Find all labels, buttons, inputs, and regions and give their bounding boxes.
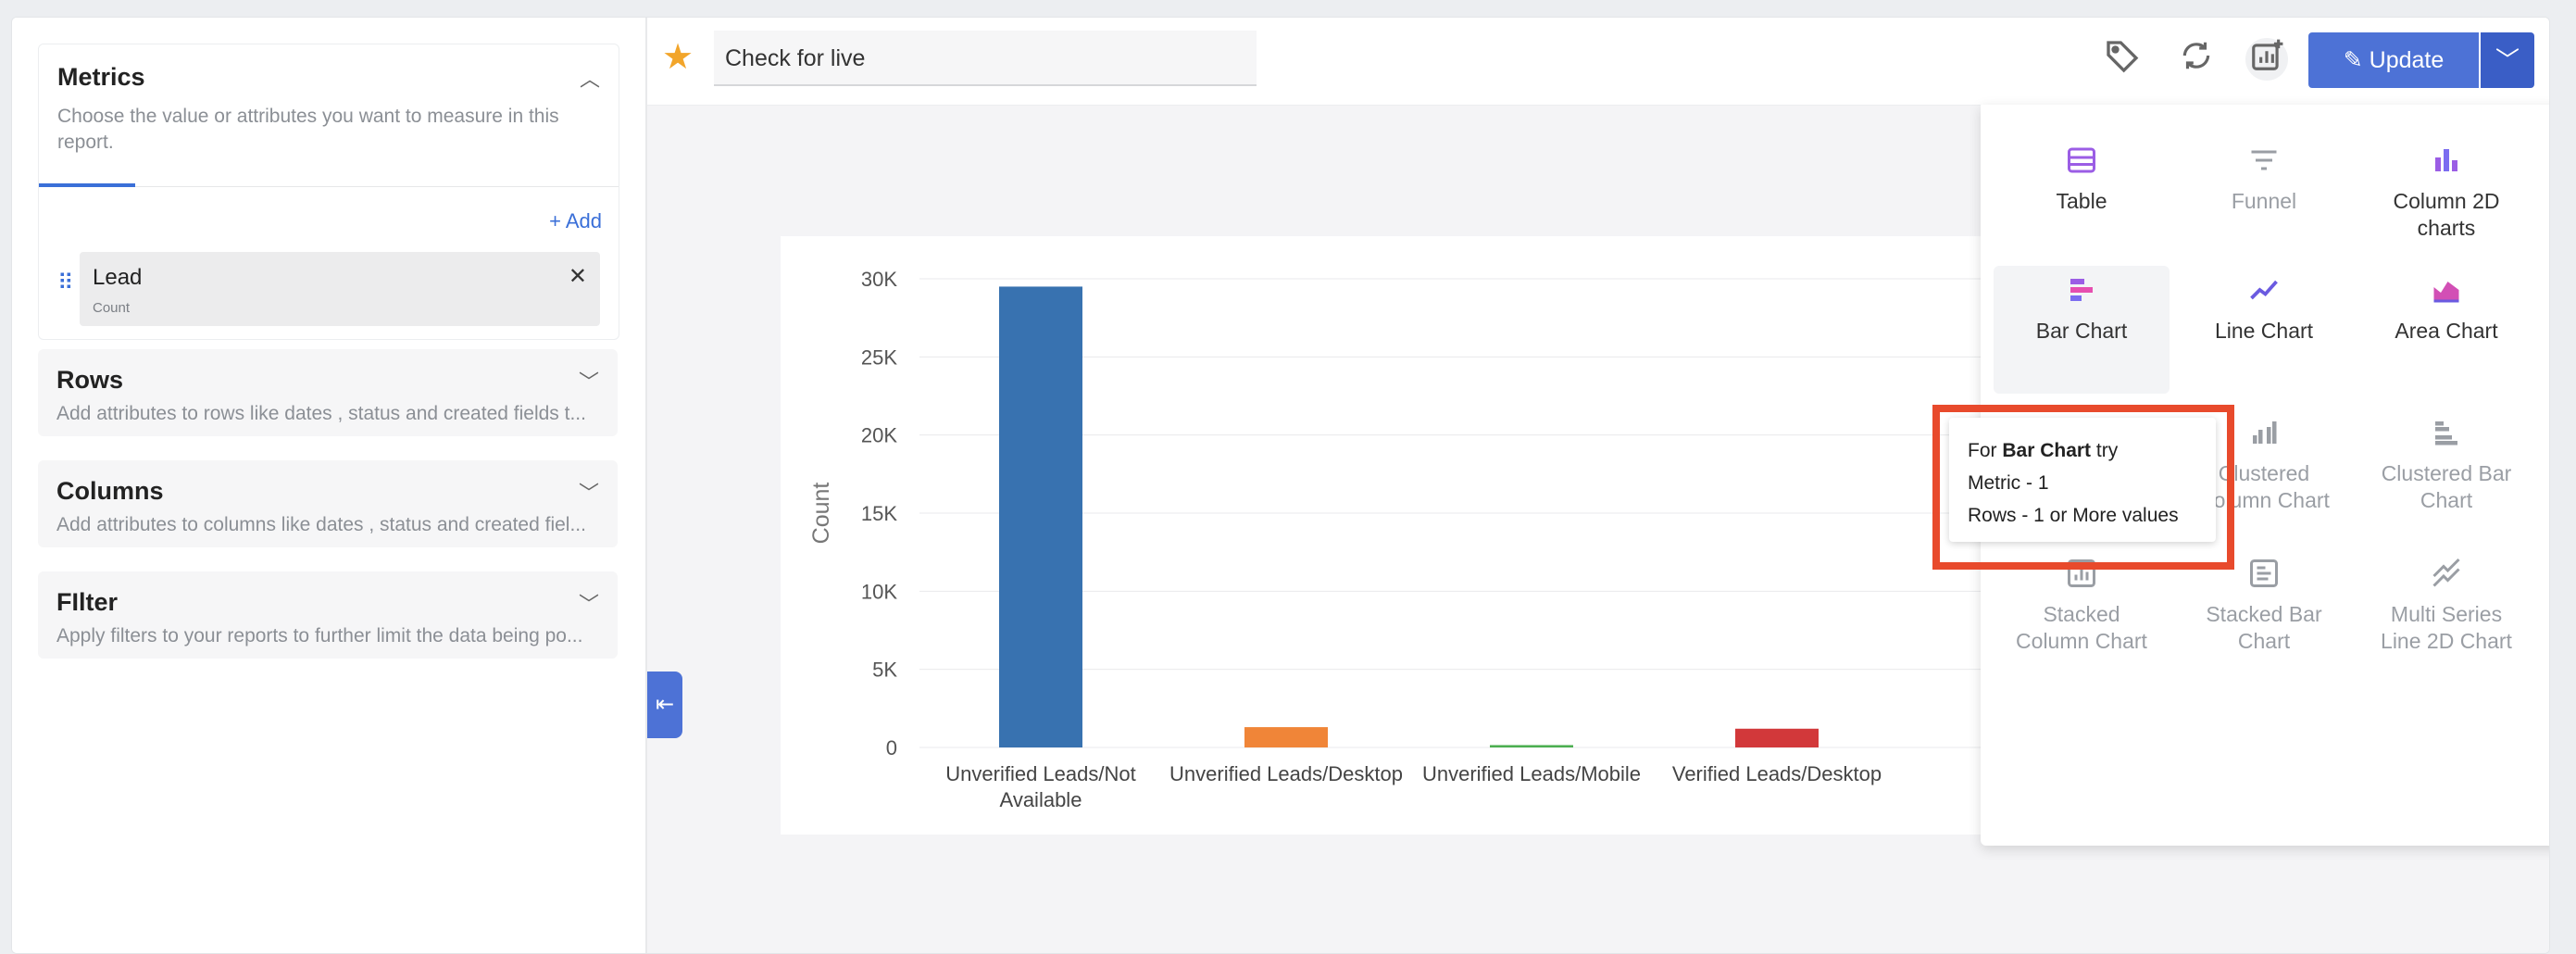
bar-chart-icon	[1994, 273, 2170, 314]
metric-aggregation: Count	[93, 300, 131, 316]
chart-type-label: Stacked Bar	[2206, 602, 2322, 626]
chart-type-label: Clustered Bar	[2381, 461, 2512, 485]
bar	[1490, 745, 1573, 747]
bar	[1244, 727, 1328, 747]
chart-type-label: Column 2D	[2393, 189, 2500, 213]
x-tick-label: Unverified Leads/Not	[945, 762, 1135, 785]
area-chart-icon	[2358, 273, 2534, 314]
y-tick-label: 15K	[861, 502, 897, 525]
tag-icon[interactable]	[2101, 38, 2144, 81]
star-icon[interactable]: ★	[662, 36, 694, 78]
multi-line-icon	[2358, 557, 2534, 597]
x-tick-label: Unverified Leads/Desktop	[1169, 762, 1403, 785]
metrics-description: Choose the value or attributes you want …	[57, 106, 559, 127]
filter-title: FIlter	[56, 588, 119, 616]
y-tick-label: 20K	[861, 424, 897, 447]
line-chart-icon	[2176, 273, 2352, 314]
collapse-icon: ⇤	[655, 692, 675, 717]
columns-title: Columns	[56, 477, 164, 505]
rows-section[interactable]: Rows ﹀ Add attributes to rows like dates…	[38, 349, 618, 436]
section-underline	[39, 183, 135, 187]
collapse-panel-button[interactable]: ⇤	[647, 672, 682, 738]
chart-type-label-cont: charts	[2417, 216, 2476, 240]
rows-title: Rows	[56, 366, 124, 394]
chart-type-clustered-bar[interactable]: Clustered Bar Chart	[2358, 408, 2534, 536]
columns-description: Add attributes to columns like dates , s…	[56, 514, 586, 535]
y-tick-label: 5K	[872, 659, 897, 682]
filter-description: Apply filters to your reports to further…	[56, 625, 583, 646]
update-dropdown-button[interactable]: ﹀	[2481, 32, 2534, 88]
chart-type-label-cont: Column Chart	[2016, 629, 2147, 653]
clustered-bar-icon	[2358, 416, 2534, 457]
chart-type-label: Area Chart	[2395, 319, 2498, 343]
chart-type-label-cont: Chart	[2420, 488, 2473, 512]
chevron-down-icon[interactable]: ﹀	[579, 588, 599, 618]
rows-description: Add attributes to rows like dates , stat…	[56, 403, 586, 424]
chart-type-label: Line Chart	[2214, 319, 2314, 343]
chart-requirement-tooltip: For Bar Chart try Metric - 1 Rows - 1 or…	[1949, 418, 2216, 542]
app-window: Metrics ︿ Choose the value or attributes…	[11, 17, 2550, 954]
bar-chart: 0 5K 10K 15K 20K 25K 30K Count Unverified Leads/…	[808, 268, 2077, 811]
remove-metric-icon[interactable]: ✕	[569, 263, 587, 290]
bar	[999, 286, 1082, 747]
metric-item[interactable]: Lead Count ✕	[80, 252, 600, 326]
chart-type-bar-chart[interactable]: Bar Chart	[1994, 266, 2170, 394]
x-tick-label: Verified Leads/Desktop	[1672, 762, 1882, 785]
add-metric-button[interactable]: + Add	[549, 209, 602, 233]
tooltip-prefix: For	[1968, 440, 2003, 461]
chevron-down-icon[interactable]: ﹀	[579, 366, 599, 395]
report-header: ★ Check for live	[647, 18, 2549, 106]
pencil-icon: ✎	[2343, 47, 2363, 73]
y-tick-label: 30K	[861, 268, 897, 291]
chart-type-table[interactable]: Table	[1994, 136, 2170, 264]
tooltip-suffix: try	[2091, 440, 2119, 461]
chart-type-label: Funnel	[2231, 189, 2297, 213]
chevron-up-icon[interactable]: ︿	[580, 63, 600, 93]
report-config-panel: Metrics ︿ Choose the value or attributes…	[12, 18, 647, 953]
bar	[1735, 728, 1819, 747]
filter-section[interactable]: FIlter ﹀ Apply filters to your reports t…	[38, 571, 618, 659]
tooltip-rows-req: Rows - 1 or More values	[1968, 505, 2179, 526]
report-title-input[interactable]: Check for live	[714, 31, 1257, 86]
chart-type-label-cont: Line 2D Chart	[2381, 629, 2512, 653]
add-chart-icon[interactable]	[2245, 38, 2288, 81]
columns-section[interactable]: Columns ﹀ Add attributes to columns like…	[38, 460, 618, 547]
chevron-down-icon: ﹀	[2495, 46, 2520, 74]
chart-type-label: Stacked	[2043, 602, 2120, 626]
y-tick-label: 0	[886, 736, 897, 759]
metrics-section: Metrics ︿ Choose the value or attributes…	[38, 44, 619, 340]
funnel-icon	[2176, 144, 2352, 184]
metrics-description-cont: report.	[57, 132, 114, 153]
tooltip-metric-req: Metric - 1	[1968, 472, 2049, 494]
y-tick-label: 25K	[861, 345, 897, 369]
chart-container: 0 5K 10K 15K 20K 25K 30K Count Unverified Leads/…	[781, 236, 2077, 835]
x-tick-label: Available	[1000, 788, 1082, 811]
chart-type-area-chart[interactable]: Area Chart	[2358, 266, 2534, 394]
chart-type-label: Table	[2056, 189, 2107, 213]
chart-type-multi-line[interactable]: Multi Series Line 2D Chart	[2358, 549, 2534, 677]
chart-type-label-cont: Chart	[2237, 629, 2291, 653]
x-tick-label: Unverified Leads/Mobile	[1422, 762, 1641, 785]
chart-type-label: Bar Chart	[2035, 319, 2128, 343]
tooltip-chart-name: Bar Chart	[2002, 440, 2092, 461]
y-tick-label: 10K	[861, 580, 897, 603]
chart-type-funnel[interactable]: Funnel	[2176, 136, 2352, 264]
table-icon	[1994, 144, 2170, 184]
chevron-down-icon[interactable]: ﹀	[579, 477, 599, 507]
column-chart-icon	[2358, 144, 2534, 184]
chart-type-line-chart[interactable]: Line Chart	[2176, 266, 2352, 394]
refresh-icon[interactable]	[2175, 38, 2218, 81]
chart-type-column-chart[interactable]: Column 2D charts	[2358, 136, 2534, 264]
chart-type-label: Multi Series	[2390, 602, 2503, 626]
update-label: Update	[2369, 47, 2445, 73]
drag-handle-icon[interactable]: ⠿	[57, 272, 74, 295]
metric-name: Lead	[93, 265, 143, 290]
metrics-title: Metrics	[57, 63, 145, 91]
y-axis-title: Count	[808, 483, 834, 545]
update-button[interactable]: ✎ Update	[2308, 32, 2479, 88]
